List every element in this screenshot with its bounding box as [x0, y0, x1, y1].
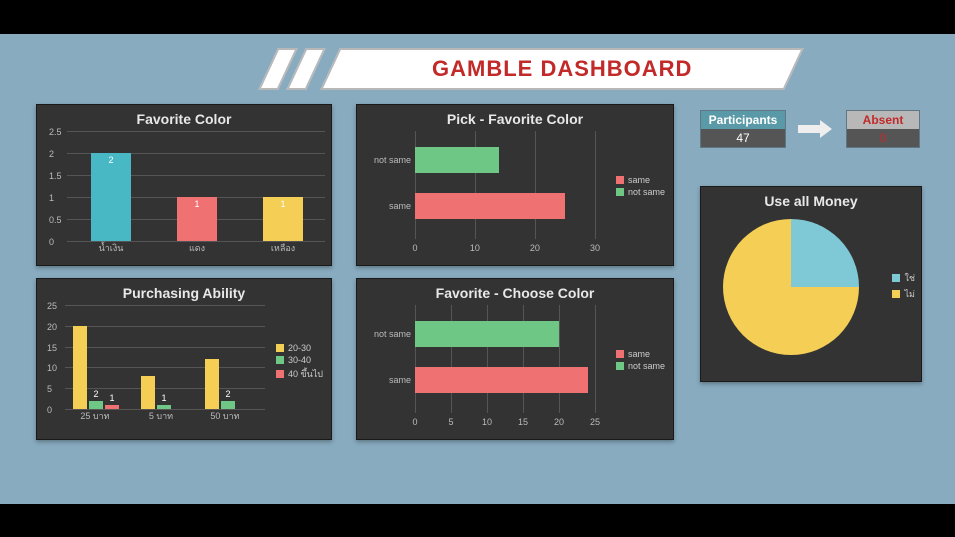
use-money-title: Use all Money: [709, 193, 913, 209]
favorite-color-chart: 2.5 2 1.5 1 0.5 0 2 1 1 น้ำเงิน แดง เหลื…: [67, 131, 325, 241]
participants-label: Participants: [701, 111, 785, 129]
title-ribbon: GAMBLE DASHBOARD: [320, 48, 804, 90]
bar-50-b: 2: [221, 401, 235, 409]
purchasing-panel: Purchasing Ability 25 20 15 10 5 0 2 1 1…: [36, 278, 332, 440]
participants-value: 47: [701, 129, 785, 147]
pie-slice: [723, 219, 859, 355]
favorite-color-title: Favorite Color: [45, 111, 323, 127]
participants-card: Participants 47: [700, 110, 786, 148]
fav-choose-chart: not same same 0 5 10 15 20 25: [415, 305, 595, 413]
use-money-panel: Use all Money ใช่ ไม่: [700, 186, 922, 382]
bar-50-a: [205, 359, 219, 409]
hbar-notsame: [415, 147, 499, 173]
use-money-legend: ใช่ ไม่: [892, 271, 915, 303]
pick-fav-chart: not same same 0 10 20 30: [415, 131, 595, 239]
hbar2-notsame: [415, 321, 559, 347]
purchasing-chart: 25 20 15 10 5 0 2 1 1 2 25 บาท 5 บาท 50 …: [65, 305, 265, 409]
favorite-color-panel: Favorite Color 2.5 2 1.5 1 0.5 0 2 1 1 น…: [36, 104, 332, 266]
arrow-icon: [798, 120, 832, 144]
pick-fav-title: Pick - Favorite Color: [365, 111, 665, 127]
bar-blue: 2: [91, 153, 131, 241]
bar-red: 1: [177, 197, 217, 241]
pick-fav-legend: same not same: [616, 175, 665, 199]
absent-card: Absent 0: [846, 110, 920, 148]
use-money-chart: [723, 219, 913, 355]
absent-label: Absent: [847, 111, 919, 129]
fav-choose-title: Favorite - Choose Color: [365, 285, 665, 301]
hbar2-same: [415, 367, 588, 393]
dashboard-stage: GAMBLE DASHBOARD Favorite Color 2.5 2 1.…: [0, 34, 955, 504]
bar-25-b: 2: [89, 401, 103, 409]
pick-fav-panel: Pick - Favorite Color not same same 0 10…: [356, 104, 674, 266]
bar-yellow: 1: [263, 197, 303, 241]
hbar-same: [415, 193, 565, 219]
purchasing-legend: 20-30 30-40 40 ขึ้นไป: [276, 343, 323, 383]
fav-choose-panel: Favorite - Choose Color not same same 0 …: [356, 278, 674, 440]
page-title: GAMBLE DASHBOARD: [432, 56, 692, 82]
bar-25-a: [73, 326, 87, 409]
purchasing-title: Purchasing Ability: [45, 285, 323, 301]
bar-5-a: [141, 376, 155, 409]
absent-value: 0: [847, 129, 919, 147]
fav-choose-legend: same not same: [616, 349, 665, 373]
